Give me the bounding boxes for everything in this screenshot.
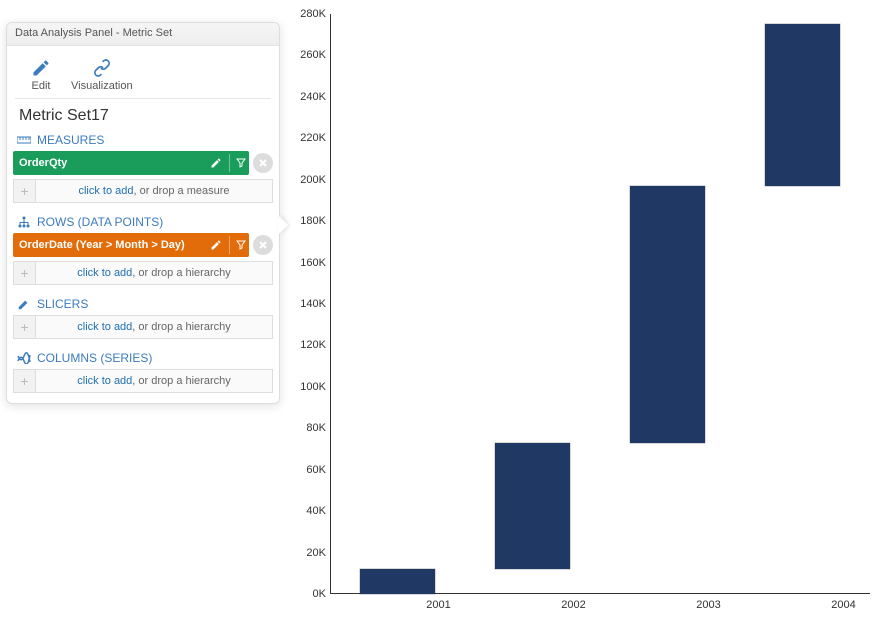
row-pill-label: OrderDate (Year > Month > Day): [13, 239, 207, 251]
add-row-dropzone[interactable]: + click to add, or drop a hierarchy: [13, 261, 273, 285]
visualization-button[interactable]: Visualization: [71, 56, 133, 92]
y-axis-tick: 120K: [290, 339, 326, 351]
section-slicers-label: SLICERS: [37, 297, 88, 311]
add-measure-link[interactable]: click to add: [78, 185, 133, 197]
section-measures-header: MEASURES: [7, 129, 279, 151]
remove-row-button[interactable]: [253, 235, 273, 255]
metricset-name: Metric Set17: [7, 99, 279, 129]
row-pill[interactable]: OrderDate (Year > Month > Day): [13, 233, 249, 257]
measure-pill[interactable]: OrderQty: [13, 151, 249, 175]
waterfall-chart: 2001 2002 2003 2004 0K 20K 40K 60K 80K 100K 120K 1…: [290, 8, 880, 618]
ruler-icon: [17, 133, 31, 147]
y-axis-tick: 180K: [290, 215, 326, 227]
panel-title: Data Analysis Panel - Metric Set: [7, 23, 279, 46]
edit-row-button[interactable]: [207, 236, 225, 254]
plus-icon[interactable]: +: [14, 370, 36, 392]
y-axis-tick: 200K: [290, 174, 326, 186]
y-axis-tick: 220K: [290, 132, 326, 144]
plus-icon[interactable]: +: [14, 180, 36, 202]
chart-bar[interactable]: [495, 443, 569, 569]
section-measures-label: MEASURES: [37, 133, 104, 147]
visualization-label: Visualization: [71, 80, 133, 92]
chart-bar[interactable]: [360, 569, 434, 594]
y-axis-tick: 40K: [290, 505, 326, 517]
add-measure-text: click to add, or drop a measure: [36, 185, 272, 197]
y-axis-tick: 60K: [290, 464, 326, 476]
section-rows-label: ROWS (DATA POINTS): [37, 215, 163, 229]
filter-measure-button[interactable]: [229, 154, 247, 172]
link-icon: [90, 56, 114, 80]
measure-pill-label: OrderQty: [13, 157, 207, 169]
remove-measure-button[interactable]: [253, 153, 273, 173]
plus-icon[interactable]: +: [14, 262, 36, 284]
y-axis-tick: 0K: [290, 588, 326, 600]
add-slicer-link[interactable]: click to add: [77, 321, 132, 333]
section-columns-label: COLUMNS (SERIES): [37, 351, 152, 365]
slicer-icon: [17, 297, 31, 311]
plus-icon[interactable]: +: [14, 316, 36, 338]
hierarchy-icon: [17, 215, 31, 229]
add-column-link[interactable]: click to add: [77, 375, 132, 387]
add-slicer-text: click to add, or drop a hierarchy: [36, 321, 272, 333]
add-row-link[interactable]: click to add: [77, 267, 132, 279]
x-axis-tick: 2003: [696, 599, 720, 611]
add-slicer-dropzone[interactable]: + click to add, or drop a hierarchy: [13, 315, 273, 339]
edit-button[interactable]: Edit: [29, 56, 53, 92]
add-measure-dropzone[interactable]: + click to add, or drop a measure: [13, 179, 273, 203]
chart-bar[interactable]: [630, 186, 704, 443]
panel-toolbar: Edit Visualization: [15, 46, 271, 99]
y-axis-tick: 80K: [290, 422, 326, 434]
edit-measure-button[interactable]: [207, 154, 225, 172]
x-axis-tick: 2004: [831, 599, 855, 611]
section-rows-header: ROWS (DATA POINTS): [7, 211, 279, 233]
add-column-text: click to add, or drop a hierarchy: [36, 375, 272, 387]
y-axis-tick: 160K: [290, 257, 326, 269]
chart-bar[interactable]: [765, 24, 839, 186]
section-slicers-header: SLICERS: [7, 293, 279, 315]
panel-pointer-icon: [278, 215, 288, 235]
data-analysis-panel: Data Analysis Panel - Metric Set Edit Vi…: [6, 22, 280, 404]
add-column-dropzone[interactable]: + click to add, or drop a hierarchy: [13, 369, 273, 393]
edit-label: Edit: [32, 80, 51, 92]
x-axis-tick: 2001: [426, 599, 450, 611]
y-axis-tick: 140K: [290, 298, 326, 310]
series-icon: [17, 351, 31, 365]
filter-row-button[interactable]: [229, 236, 247, 254]
y-axis-tick: 100K: [290, 381, 326, 393]
x-axis-tick: 2002: [561, 599, 585, 611]
y-axis-tick: 260K: [290, 49, 326, 61]
add-row-text: click to add, or drop a hierarchy: [36, 267, 272, 279]
section-columns-header: COLUMNS (SERIES): [7, 347, 279, 369]
y-axis-tick: 240K: [290, 91, 326, 103]
y-axis-tick: 20K: [290, 547, 326, 559]
y-axis-tick: 280K: [290, 8, 326, 20]
pencil-icon: [29, 56, 53, 80]
